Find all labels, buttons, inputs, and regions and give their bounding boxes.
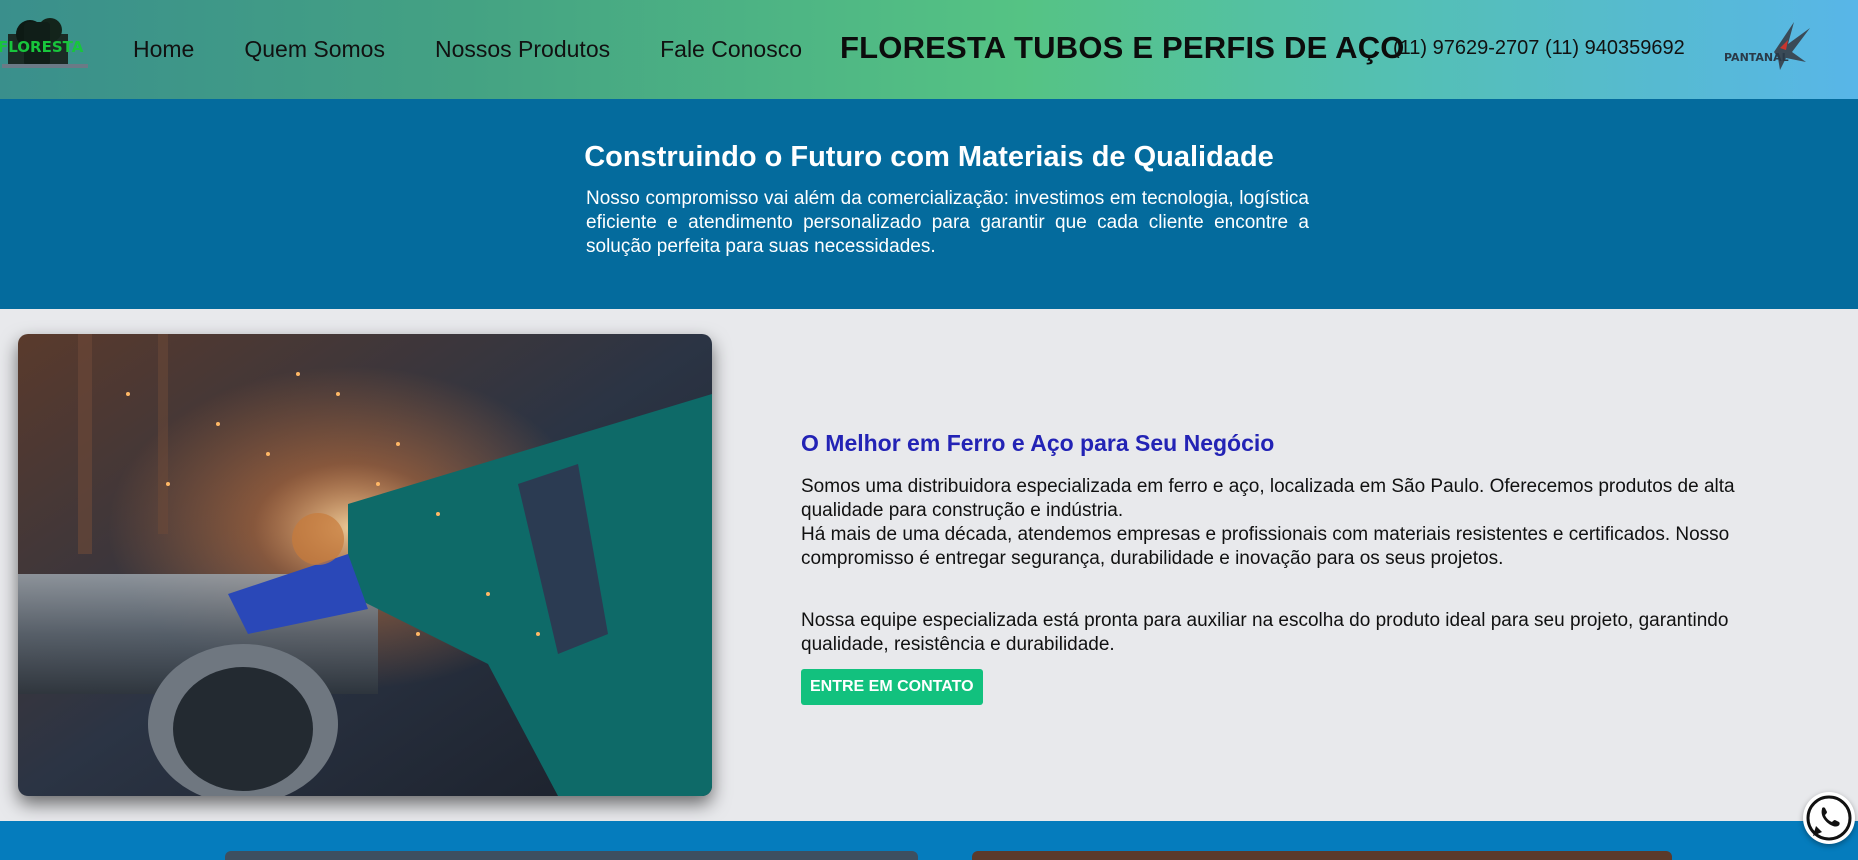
- contact-button[interactable]: ENTRE EM CONTATO: [801, 669, 983, 705]
- site-header: FLORESTA Home Quem Somos Nossos Produtos…: [0, 0, 1858, 99]
- phone-numbers[interactable]: (11) 97629-2707 (11) 940359692: [1393, 37, 1685, 60]
- brand-title: FLORESTA TUBOS E PERFIS DE AÇO: [840, 30, 1405, 65]
- whatsapp-button[interactable]: [1803, 792, 1855, 844]
- nav-fale-conosco[interactable]: Fale Conosco: [660, 36, 802, 63]
- hero-title: Construindo o Futuro com Materiais de Qu…: [584, 141, 1274, 173]
- pantanal-logo[interactable]: PANTANAL: [1722, 18, 1814, 76]
- about-paragraph-1: Somos uma distribuidora especializada em…: [801, 476, 1735, 521]
- nav-nossos-produtos[interactable]: Nossos Produtos: [435, 36, 610, 63]
- nav-quem-somos[interactable]: Quem Somos: [244, 36, 385, 63]
- nav-home[interactable]: Home: [133, 36, 194, 63]
- floresta-logo[interactable]: FLORESTA: [0, 16, 92, 76]
- main-nav: Home Quem Somos Nossos Produtos Fale Con…: [133, 0, 852, 99]
- product-card-image[interactable]: [225, 851, 918, 860]
- welding-worker-image: [18, 334, 712, 796]
- whatsapp-icon: [1806, 795, 1852, 841]
- about-section: O Melhor em Ferro e Aço para Seu Negócio…: [801, 430, 1801, 705]
- about-paragraph-2: Há mais de uma década, atendemos empresa…: [801, 524, 1730, 569]
- hero-banner: Construindo o Futuro com Materiais de Qu…: [0, 99, 1858, 309]
- about-paragraph-3: Nossa equipe especializada está pronta p…: [801, 610, 1729, 655]
- floresta-logo-text: FLORESTA: [0, 38, 84, 56]
- product-card-image[interactable]: [972, 851, 1672, 860]
- about-heading: O Melhor em Ferro e Aço para Seu Negócio: [801, 430, 1275, 456]
- hero-text: Nosso compromisso vai além da comerciali…: [586, 188, 1309, 257]
- pantanal-logo-text: PANTANAL: [1724, 51, 1789, 64]
